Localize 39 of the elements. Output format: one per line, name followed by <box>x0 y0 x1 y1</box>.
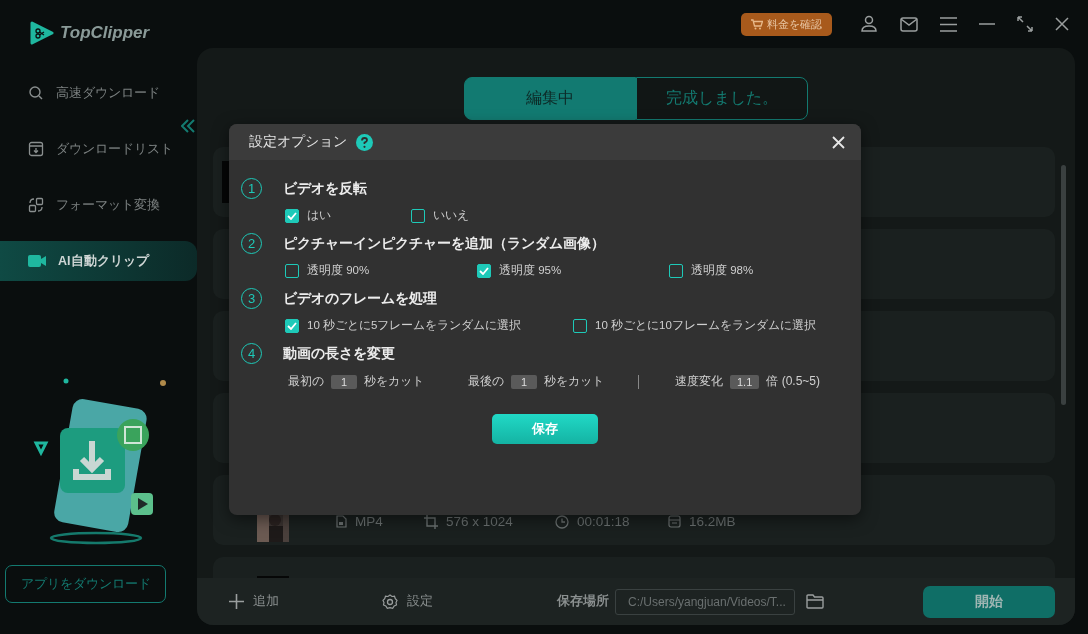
section-title: 動画の長さを変更 <box>283 344 395 363</box>
number-field[interactable]: 1 <box>511 374 537 389</box>
field-unit: 秒をカット <box>544 373 604 390</box>
option-label: いいえ <box>433 208 469 223</box>
option-label: 透明度 98% <box>691 263 754 278</box>
pricing-button[interactable]: 料金を確認 <box>741 12 832 36</box>
field-label: 速度変化 <box>675 373 723 390</box>
field-unit: 倍 (0.5~5) <box>766 373 820 390</box>
option-label: 透明度 95% <box>499 263 562 278</box>
tab[interactable]: 編集中 <box>464 77 636 120</box>
option-label: 10 秒ごとに10フレームをランダムに選択 <box>595 318 816 333</box>
field-label: 最後の <box>468 373 504 390</box>
sidebar-item[interactable]: AI自動クリップ <box>0 241 197 281</box>
option-label: 透明度 90% <box>307 263 370 278</box>
download-app-button[interactable]: アプリをダウンロード <box>5 565 166 603</box>
number-field[interactable]: 1 <box>331 374 357 389</box>
sidebar-item[interactable]: 高速ダウンロード <box>0 73 197 113</box>
option-label: はい <box>307 208 331 223</box>
dialog-title: 設定オプション <box>249 133 347 151</box>
app-name: TopClipper <box>60 23 150 43</box>
save-location-label: 保存場所 <box>557 593 609 610</box>
field-unit: 秒をカット <box>364 373 424 390</box>
size-text: 16.2MB <box>689 514 736 529</box>
add-button[interactable]: 追加 <box>229 593 279 610</box>
resolution-text: 576 x 1024 <box>446 514 513 529</box>
number-field[interactable]: 1.1 <box>730 374 760 389</box>
duration-text: 00:01:18 <box>577 514 630 529</box>
save-path-field[interactable]: C:/Users/yangjuan/Videos/T... <box>615 588 795 615</box>
format-text: MP4 <box>355 514 383 529</box>
start-button[interactable]: 開始 <box>923 585 1055 618</box>
settings-button[interactable]: 設定 <box>382 593 433 610</box>
section-title: ビデオのフレームを処理 <box>283 289 437 308</box>
section-title: ビデオを反転 <box>283 179 367 198</box>
sidebar-item[interactable]: ダウンロードリスト <box>0 129 197 169</box>
field-label: 最初の <box>288 373 324 390</box>
tab[interactable]: 完成しました。 <box>636 77 808 120</box>
section-title: ピクチャーインピクチャーを追加（ランダム画像） <box>283 234 605 253</box>
option-label: 10 秒ごとに5フレームをランダムに選択 <box>307 318 522 333</box>
sidebar-item[interactable]: フォーマット変換 <box>0 185 197 225</box>
